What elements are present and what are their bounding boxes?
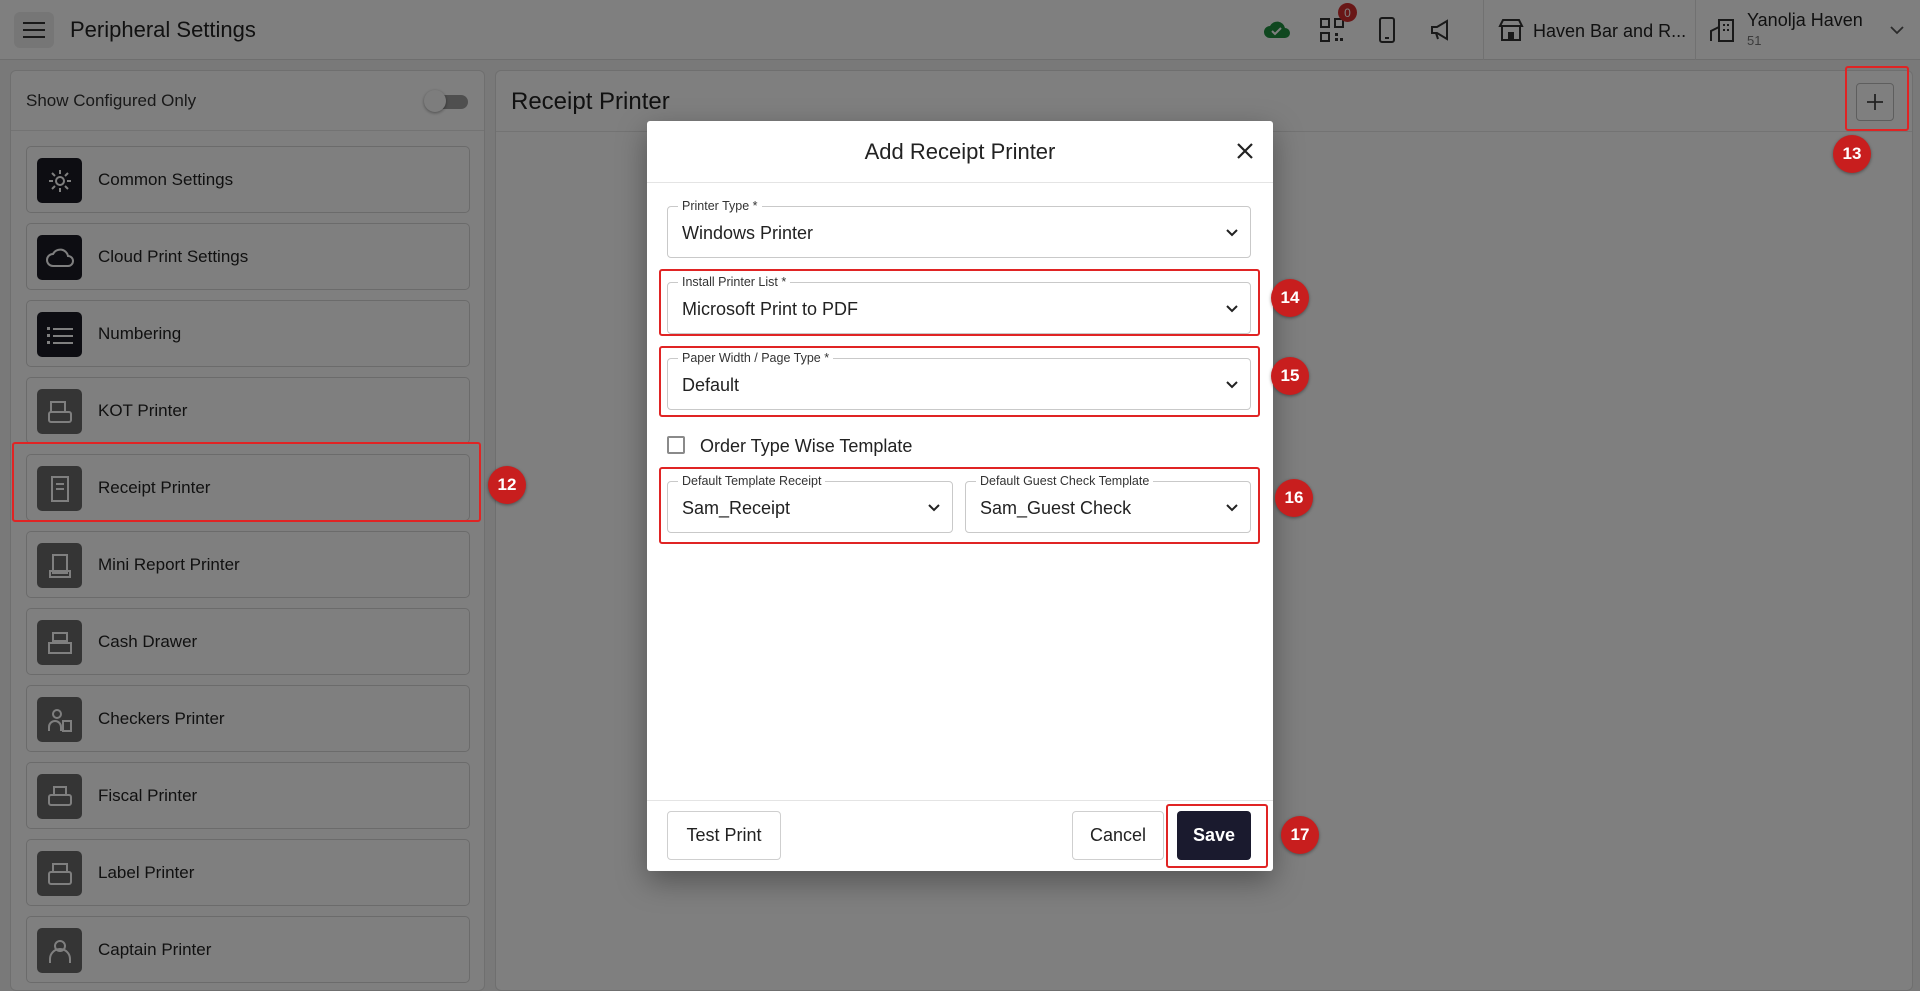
close-button[interactable] — [1232, 138, 1258, 164]
step-marker-13: 13 — [1833, 135, 1871, 173]
close-icon — [1237, 143, 1253, 159]
cancel-button[interactable]: Cancel — [1072, 811, 1164, 860]
printer-type-select[interactable]: Printer Type * Windows Printer — [667, 199, 1251, 258]
order-type-wise-label[interactable]: Order Type Wise Template — [700, 436, 912, 457]
order-type-wise-checkbox[interactable] — [667, 436, 685, 454]
test-print-button[interactable]: Test Print — [667, 811, 781, 860]
field-label: Printer Type * — [678, 199, 762, 213]
highlight-box — [1166, 804, 1268, 868]
highlight-box — [659, 269, 1260, 336]
step-marker-17: 17 — [1281, 816, 1319, 854]
dialog-title: Add Receipt Printer — [864, 139, 1056, 164]
step-marker-15: 15 — [1271, 357, 1309, 395]
highlight-box — [1845, 66, 1909, 131]
divider — [647, 800, 1273, 801]
step-marker-14: 14 — [1271, 279, 1309, 317]
divider — [647, 182, 1273, 183]
field-value: Windows Printer — [682, 223, 814, 243]
highlight-box — [659, 346, 1260, 417]
highlight-box — [12, 442, 481, 522]
chevron-down-icon — [1226, 229, 1238, 237]
highlight-box — [659, 467, 1260, 544]
step-marker-16: 16 — [1275, 479, 1313, 517]
step-marker-12: 12 — [488, 466, 526, 504]
